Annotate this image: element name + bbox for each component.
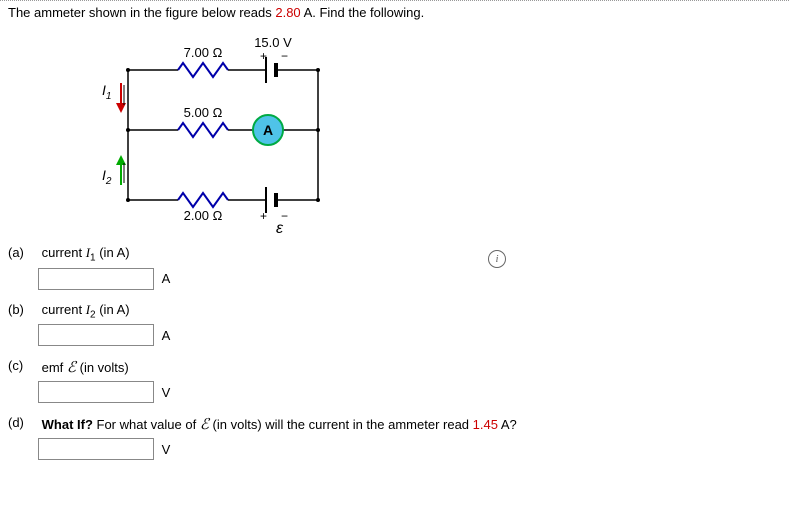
plus-bot: + bbox=[260, 209, 267, 223]
circuit-svg: 7.00 Ω 15.0 V + − 5.00 Ω A 2.00 Ω bbox=[88, 35, 348, 235]
part-b-prefix: current bbox=[42, 302, 86, 317]
v-top-label: 15.0 V bbox=[254, 35, 292, 50]
part-d-input[interactable] bbox=[38, 438, 154, 460]
part-a: (a) current I1 (in A) A bbox=[8, 245, 781, 290]
minus-top: − bbox=[281, 49, 288, 63]
part-d-whatif: What If? bbox=[42, 417, 93, 432]
part-c-label: (c) bbox=[8, 358, 38, 373]
part-d: (d) What If? For what value of ℰ (in vol… bbox=[8, 415, 781, 460]
part-b: (b) current I2 (in A) A bbox=[8, 302, 781, 347]
part-a-label: (a) bbox=[8, 245, 38, 260]
part-d-text: What If? For what value of ℰ (in volts) … bbox=[42, 417, 517, 432]
part-b-input[interactable] bbox=[38, 324, 154, 346]
part-d-mid1: For what value of bbox=[93, 417, 200, 432]
part-d-unit: V bbox=[162, 442, 171, 457]
part-b-suffix: (in A) bbox=[96, 302, 130, 317]
part-a-unit: A bbox=[162, 271, 171, 286]
r-mid-label: 5.00 Ω bbox=[184, 105, 223, 120]
part-d-reading: 1.45 bbox=[473, 417, 498, 432]
part-a-text: current I1 (in A) bbox=[42, 245, 130, 260]
part-b-text: current I2 (in A) bbox=[42, 302, 130, 317]
part-d-var: ℰ bbox=[200, 417, 209, 433]
problem-content: The ammeter shown in the figure below re… bbox=[0, 1, 789, 476]
i2-label: I2 bbox=[102, 167, 112, 187]
part-c-input[interactable] bbox=[38, 381, 154, 403]
problem-text-after: A. Find the following. bbox=[301, 5, 425, 20]
part-b-label: (b) bbox=[8, 302, 38, 317]
part-c: (c) emf ℰ (in volts) V bbox=[8, 358, 781, 403]
part-c-unit: V bbox=[162, 385, 171, 400]
part-c-text: emf ℰ (in volts) bbox=[42, 360, 129, 375]
part-d-mid2: (in volts) will the current in the ammet… bbox=[209, 417, 473, 432]
r-top-label: 7.00 Ω bbox=[184, 45, 223, 60]
problem-text-before: The ammeter shown in the figure below re… bbox=[8, 5, 275, 20]
part-c-var: ℰ bbox=[67, 360, 76, 376]
part-a-input[interactable] bbox=[38, 268, 154, 290]
i1-label: I1 bbox=[102, 82, 111, 102]
part-a-suffix: (in A) bbox=[96, 245, 130, 260]
problem-statement: The ammeter shown in the figure below re… bbox=[8, 5, 781, 20]
ammeter-label: A bbox=[263, 122, 273, 138]
circuit-figure: 7.00 Ω 15.0 V + − 5.00 Ω A 2.00 Ω bbox=[88, 35, 348, 225]
r-bot-label: 2.00 Ω bbox=[184, 208, 223, 223]
part-c-prefix: emf bbox=[42, 360, 67, 375]
part-b-unit: A bbox=[162, 328, 171, 343]
part-d-label: (d) bbox=[8, 415, 38, 430]
emf-symbol: ε bbox=[276, 220, 284, 235]
ammeter-reading-value: 2.80 bbox=[275, 5, 300, 20]
info-icon[interactable]: i bbox=[488, 250, 506, 268]
part-c-suffix: (in volts) bbox=[76, 360, 129, 375]
part-d-suffix: A? bbox=[498, 417, 517, 432]
part-a-prefix: current bbox=[42, 245, 86, 260]
plus-top: + bbox=[260, 49, 267, 63]
